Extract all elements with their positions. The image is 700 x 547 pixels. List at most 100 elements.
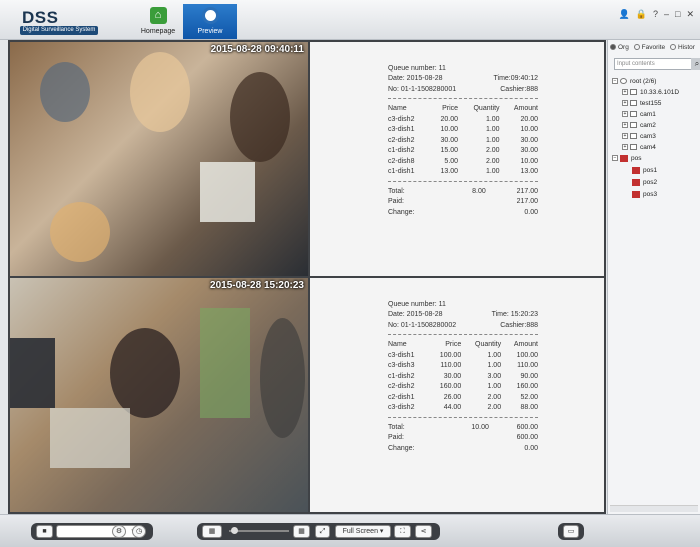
tree-item-device[interactable]: + cam2 — [622, 121, 656, 130]
table-row: c2-dish2 160.00 1.00 160.00 — [388, 382, 538, 393]
item-qty: 2.00 — [487, 404, 502, 411]
stretch-icon: ⤢ — [319, 528, 326, 535]
table-row: c2-dish2 30.00 1.00 30.00 — [388, 136, 538, 147]
radio-label: Histor — [677, 44, 695, 51]
item-name: c2-dish2 — [388, 136, 415, 144]
item-amount: 90.00 — [520, 372, 538, 380]
item-qty: 1.00 — [487, 351, 502, 359]
expand-icon[interactable]: + — [622, 89, 628, 96]
radio-favorite[interactable]: Favorite — [633, 44, 665, 51]
expand-icon[interactable]: + — [622, 133, 628, 140]
item-name: c2-dish8 — [388, 157, 415, 165]
window-count-slider[interactable] — [229, 530, 289, 532]
maximize-icon[interactable]: □ — [675, 9, 680, 19]
radio-org[interactable]: Org — [610, 44, 629, 51]
tree-item-device[interactable]: + cam4 — [622, 143, 656, 152]
slider-handle[interactable] — [231, 527, 238, 534]
receipt-cashier: Cashier:888 — [500, 321, 538, 329]
total-qty: 8.00 — [472, 187, 486, 195]
table-row: c3-dish2 20.00 1.00 20.00 — [388, 115, 538, 126]
table-row: c1-dish2 15.00 2.00 30.00 — [388, 146, 538, 157]
item-name: c3-dish2 — [388, 404, 415, 411]
item-amount: 100.00 — [516, 351, 538, 359]
item-price: 100.00 — [439, 351, 462, 359]
pos-icon — [620, 154, 628, 162]
pos-icon — [632, 190, 640, 198]
sidebar-horizontal-scrollbar[interactable] — [610, 505, 698, 512]
item-amount: 52.00 — [520, 393, 538, 401]
item-amount: 10.00 — [520, 126, 538, 133]
item-price: 5.00 — [444, 157, 459, 165]
radio-history[interactable]: Histor — [669, 44, 695, 51]
item-amount: 30.00 — [520, 136, 538, 144]
item-price: 20.00 — [440, 115, 459, 123]
pos-window-2[interactable]: Queue number: 11 Date: 2015-08-28 Time: … — [310, 278, 604, 512]
total-amount: 217.00 — [516, 187, 538, 195]
tree-item-device[interactable]: + cam1 — [622, 110, 656, 119]
chevron-down-icon: ▾ — [379, 528, 384, 535]
radio-label: Org — [618, 44, 629, 51]
item-name: c1-dish1 — [388, 168, 415, 175]
gear-icon: ⚙ — [115, 528, 123, 535]
stretch-button[interactable]: ⤢ — [315, 525, 330, 538]
clock-button[interactable]: ◷ — [132, 525, 146, 538]
monitor-group: ▭ — [558, 523, 584, 540]
home-icon: ⌂ — [149, 7, 167, 24]
top-bar: DSS Digital Surveillance System ⌂ Homepa… — [0, 0, 700, 40]
expand-button[interactable]: ⛶ — [394, 525, 411, 538]
expand-icon[interactable]: + — [622, 111, 628, 118]
item-name: c3-dish3 — [388, 362, 415, 369]
search-icon[interactable]: ⌕ — [691, 58, 700, 70]
full-screen-button[interactable]: Full Screen ▾ — [335, 525, 391, 538]
close-icon[interactable]: ✕ — [686, 9, 694, 19]
settings-button[interactable]: ⚙ — [112, 525, 126, 538]
lock-icon[interactable]: 🔒 — [636, 9, 647, 19]
pos-window-1[interactable]: Queue number: 11 Date: 2015-08-28 Time:0… — [310, 42, 604, 276]
split-screen-button[interactable]: ▦ — [202, 525, 222, 538]
item-price: 30.00 — [440, 136, 459, 144]
tree-item-pos[interactable]: pos3 — [632, 190, 657, 199]
item-price: 30.00 — [443, 372, 462, 380]
tree-item-root[interactable]: − root (2/6) — [612, 77, 656, 86]
table-row: c3-dish3 110.00 1.00 110.00 — [388, 361, 538, 372]
item-qty: 2.00 — [485, 157, 500, 165]
item-amount: 160.00 — [516, 383, 538, 390]
expand-icon[interactable]: + — [622, 100, 628, 107]
tree-label: pos — [631, 155, 642, 162]
expand-icon[interactable]: + — [622, 144, 628, 151]
item-name: c1-dish2 — [388, 147, 415, 154]
custom-split-button[interactable]: ▦ — [293, 525, 310, 538]
device-search-input[interactable]: Input contents — [614, 58, 692, 70]
help-icon[interactable]: ? — [653, 9, 658, 19]
minimize-icon[interactable]: – — [664, 9, 669, 19]
tab-preview[interactable]: Preview — [183, 4, 237, 39]
grid-icon: ▦ — [208, 528, 216, 535]
bottom-toolbar: ■ ▾ ⚙ ◷ ▦ ▦ ⤢ Full Screen ▾ ⛶ ⋖ ▭ — [0, 514, 700, 547]
video-window-1[interactable]: 2015-08-28 09:40:11 — [10, 42, 308, 276]
video-window-2[interactable]: 2015-08-28 15:20:23 — [10, 278, 308, 512]
collapse-icon[interactable]: − — [612, 155, 618, 162]
receipt-items-table: Name Price Quantity Amount c3-dish2 20.00… — [388, 104, 538, 178]
tree-item-pos-group[interactable]: − pos — [612, 154, 641, 163]
tree-item-pos[interactable]: pos1 — [632, 166, 657, 175]
view-mode-radios: Org Favorite Histor — [610, 44, 695, 51]
monitor-button[interactable]: ▭ — [563, 525, 579, 538]
receipt-totals: Total: 10.00 600.00 Paid: 600.00 Change: 0.0… — [388, 423, 538, 455]
share-button[interactable]: ⋖ — [415, 525, 432, 538]
tree-item-device[interactable]: + cam3 — [622, 132, 656, 141]
receipt-1: Queue number: 11 Date: 2015-08-28 Time:0… — [388, 64, 538, 218]
item-qty: 1.00 — [485, 115, 500, 123]
tree-item-pos[interactable]: pos2 — [632, 178, 657, 187]
user-icon[interactable]: 👤 — [619, 9, 630, 19]
table-row: c3-dish1 100.00 1.00 100.00 — [388, 351, 538, 362]
save-layout-button[interactable]: ■ — [36, 525, 53, 538]
expand-icon[interactable]: + — [622, 122, 628, 129]
tab-homepage[interactable]: ⌂ Homepage — [131, 4, 185, 39]
tree-item-device[interactable]: + test155 — [622, 99, 661, 108]
tree-item-device[interactable]: +10.33.6.101D — [622, 88, 679, 97]
collapse-icon[interactable]: − — [612, 78, 618, 85]
paid-amount: 600.00 — [516, 434, 538, 441]
device-sidebar: Org Favorite Histor Input contents ⌕ − ro… — [607, 40, 700, 514]
app-logo-subtitle: Digital Surveillance System — [20, 26, 98, 35]
table-row: c3-dish1 10.00 1.00 10.00 — [388, 125, 538, 136]
